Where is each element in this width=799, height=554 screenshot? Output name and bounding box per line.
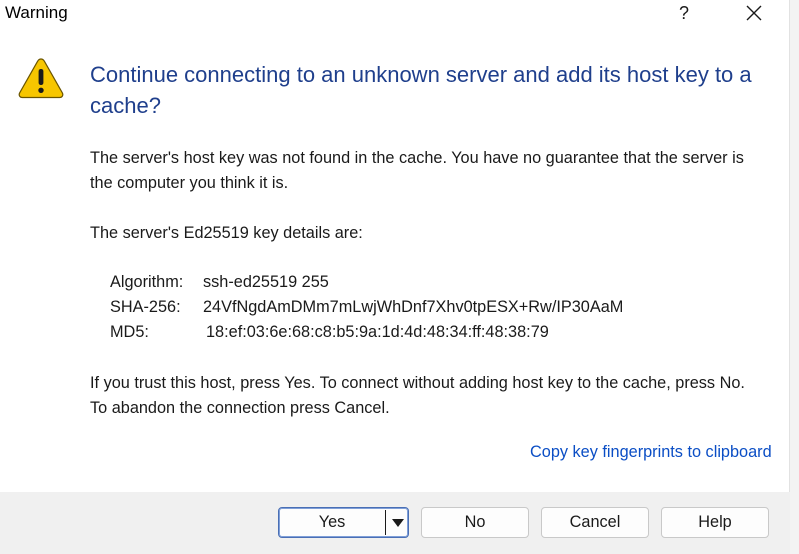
yes-button[interactable]: Yes	[279, 513, 385, 532]
key-detail-label: SHA-256:	[110, 298, 181, 316]
split-separator	[385, 510, 386, 535]
yes-split-button[interactable]: Yes	[278, 507, 409, 538]
key-detail-value: 24VfNgdAmDMm7mLwjWhDnf7Xhv0tpESX+Rw/IP30…	[203, 298, 624, 316]
dialog-heading: Continue connecting to an unknown server…	[90, 62, 752, 118]
titlebar-close-button[interactable]	[731, 0, 777, 26]
title-bar: Warning ?	[0, 0, 789, 26]
cancel-button[interactable]: Cancel	[541, 507, 649, 538]
key-detail-value: 18:ef:03:6e:68:c8:b5:9a:1d:4d:48:34:ff:4…	[206, 323, 549, 341]
key-details-intro: The server's Ed25519 key details are:	[90, 224, 363, 242]
copy-fingerprints-link[interactable]: Copy key fingerprints to clipboard	[530, 443, 772, 462]
no-button[interactable]: No	[421, 507, 529, 538]
warning-icon	[18, 58, 64, 99]
yes-dropdown-arrow[interactable]	[388, 508, 408, 537]
key-detail-label: MD5:	[110, 323, 149, 341]
window-title: Warning	[5, 3, 68, 22]
help-button[interactable]: Help	[661, 507, 769, 538]
titlebar-help-button[interactable]: ?	[661, 0, 707, 26]
warning-dialog: Warning ? Continue connecting to an unkn…	[0, 0, 799, 554]
window-edge	[789, 0, 799, 554]
key-detail-value: ssh-ed25519 255	[203, 273, 329, 291]
close-icon	[746, 5, 762, 21]
host-key-not-found-text: The server's host key was not found in t…	[90, 149, 744, 192]
key-detail-label: Algorithm:	[110, 273, 184, 291]
trust-instructions: If you trust this host, press Yes. To co…	[90, 374, 745, 417]
chevron-down-icon	[392, 518, 404, 527]
